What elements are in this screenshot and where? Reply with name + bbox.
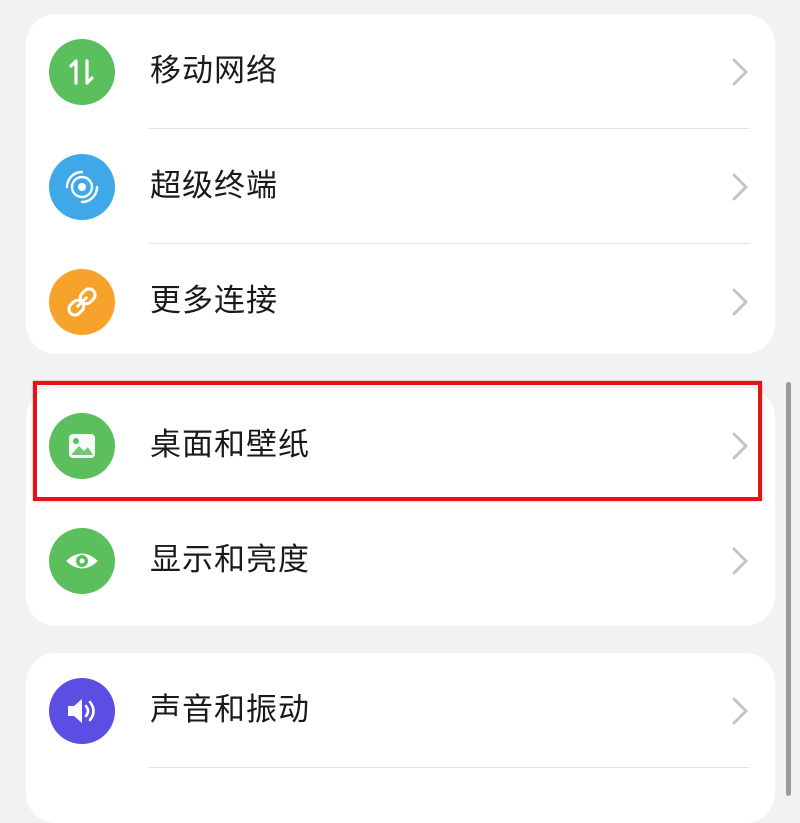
chevron-right-icon xyxy=(732,173,748,201)
chevron-right-icon xyxy=(732,58,748,86)
settings-item-super-device[interactable]: 超级终端 xyxy=(26,129,775,244)
settings-item-label: 显示和亮度 xyxy=(150,542,310,578)
settings-item-mobile-network[interactable]: 移动网络 xyxy=(26,14,775,129)
settings-group-sound: 声音和振动 xyxy=(26,653,775,823)
scrollbar[interactable] xyxy=(786,382,791,796)
link-icon xyxy=(49,269,115,335)
super-device-icon xyxy=(49,154,115,220)
highlight-box xyxy=(33,381,762,501)
chevron-right-icon xyxy=(732,547,748,575)
mobile-data-icon xyxy=(49,39,115,105)
settings-item-label: 声音和振动 xyxy=(150,692,310,728)
speaker-icon xyxy=(49,678,115,744)
settings-group-connectivity: 移动网络 超级终端 更多连接 xyxy=(26,14,775,354)
settings-item-label: 移动网络 xyxy=(150,53,278,89)
settings-item-label: 超级终端 xyxy=(150,168,278,204)
settings-item-display-brightness[interactable]: 显示和亮度 xyxy=(26,503,775,618)
chevron-right-icon xyxy=(732,697,748,725)
divider xyxy=(149,767,749,768)
settings-item-sound-vibration[interactable]: 声音和振动 xyxy=(26,653,775,768)
settings-item-label: 更多连接 xyxy=(150,283,278,319)
chevron-right-icon xyxy=(732,288,748,316)
eye-icon xyxy=(49,528,115,594)
settings-item-more-connections[interactable]: 更多连接 xyxy=(26,244,775,359)
